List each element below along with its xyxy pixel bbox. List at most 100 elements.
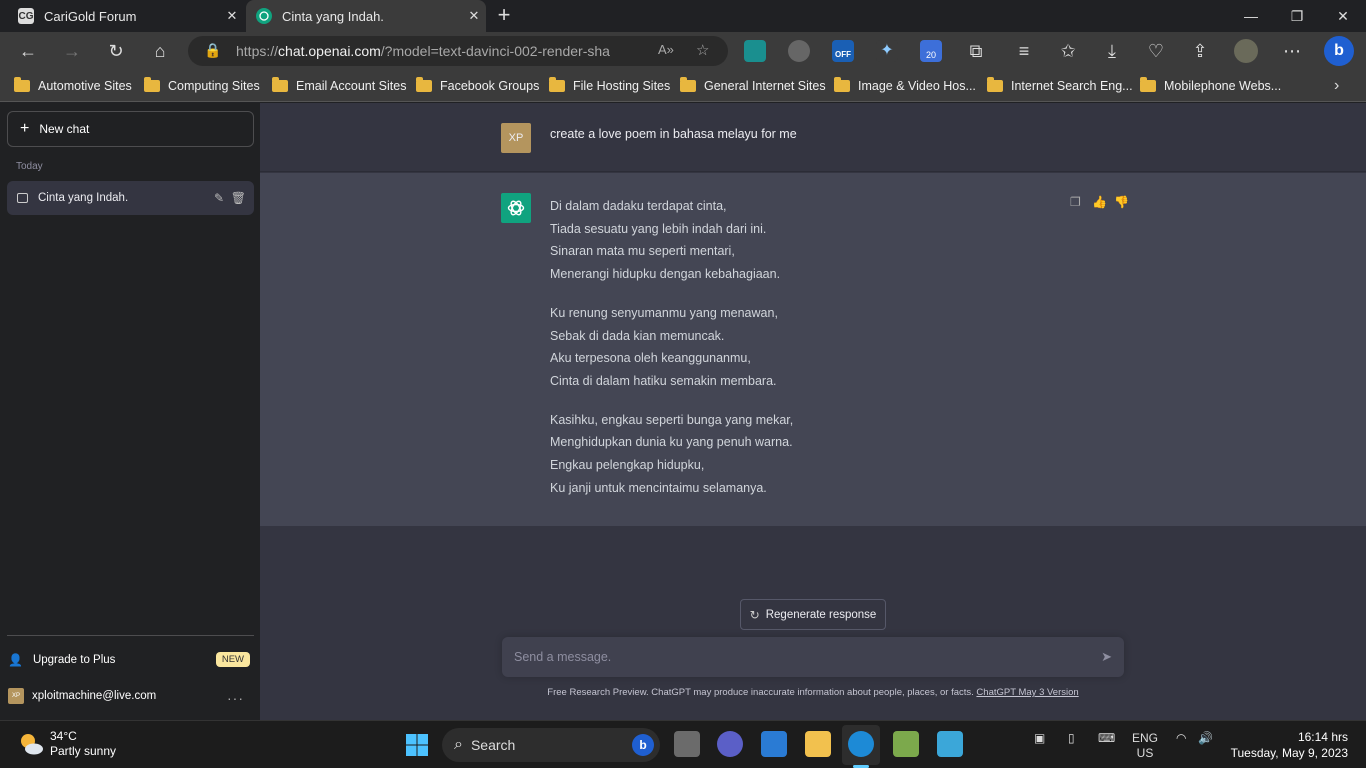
- task-view-icon[interactable]: [674, 731, 700, 757]
- folder-icon: [416, 77, 432, 92]
- regenerate-button[interactable]: ↻ Regenerate response: [740, 599, 886, 630]
- adblock-extension-icon[interactable]: OFF: [832, 40, 854, 62]
- file-explorer-icon[interactable]: [805, 731, 831, 757]
- poem-stanza: Kasihku, engkau seperti bunga yang mekar…: [550, 409, 793, 500]
- more-options-icon[interactable]: ···: [227, 690, 244, 706]
- volume-icon[interactable]: 🔊: [1198, 731, 1213, 745]
- bookmark-folder[interactable]: Internet Search Eng...: [987, 76, 1133, 96]
- folder-icon: [144, 77, 160, 92]
- usb-icon[interactable]: ▯: [1068, 731, 1075, 745]
- translate-extension-icon[interactable]: 20: [920, 40, 942, 62]
- version-link[interactable]: ChatGPT May 3 Version: [976, 687, 1078, 698]
- edge-browser-icon[interactable]: [848, 731, 874, 757]
- forward-button[interactable]: →: [58, 37, 86, 65]
- reader-extension-icon[interactable]: [744, 40, 766, 62]
- store-icon[interactable]: [761, 731, 787, 757]
- chat-app-icon[interactable]: [717, 731, 743, 757]
- user-menu[interactable]: XP xploitmachine@live.com: [8, 686, 156, 706]
- read-aloud-icon[interactable]: A»: [658, 42, 674, 57]
- chat-main: XP create a love poem in bahasa melayu f…: [260, 103, 1366, 720]
- url-path: /?model=text-davinci-002-render-sha: [380, 43, 610, 59]
- new-badge: NEW: [215, 652, 250, 667]
- send-icon[interactable]: ➤: [1101, 649, 1112, 665]
- poem-line: Ku janji untuk mencintaimu selamanya.: [550, 480, 767, 495]
- weather-condition: Partly sunny: [50, 744, 117, 758]
- region: US: [1136, 746, 1154, 760]
- close-window-button[interactable]: ✕: [1320, 0, 1366, 32]
- language-indicator[interactable]: ENG US: [1132, 731, 1158, 761]
- back-button[interactable]: ←: [14, 37, 42, 65]
- notepad-plus-icon[interactable]: [893, 731, 919, 757]
- thumbs-up-icon[interactable]: 👍: [1092, 195, 1107, 209]
- bookmark-folder[interactable]: Computing Sites: [144, 76, 260, 96]
- bookmark-folder[interactable]: Mobilephone Webs...: [1140, 76, 1281, 96]
- new-tab-button[interactable]: +: [492, 4, 516, 28]
- share-icon[interactable]: ⇪: [1186, 37, 1214, 65]
- taskbar-search[interactable]: ⌕ Search b: [442, 728, 660, 762]
- add-favorite-icon[interactable]: ☆: [696, 41, 709, 59]
- notepad-icon[interactable]: [937, 731, 963, 757]
- favorites-icon[interactable]: ✩: [1054, 37, 1082, 65]
- extension-icon[interactable]: [788, 40, 810, 62]
- bookmark-folder[interactable]: Automotive Sites: [14, 76, 132, 96]
- clock[interactable]: 16:14 hrs Tuesday, May 9, 2023: [1231, 729, 1348, 761]
- restore-button[interactable]: ❐: [1274, 0, 1320, 32]
- adblock-badge: OFF: [835, 50, 851, 59]
- home-button[interactable]: ⌂: [146, 37, 174, 65]
- conversation-item[interactable]: Cinta yang Indah. ✎ 🗑: [7, 181, 254, 215]
- tab-cinta[interactable]: Cinta yang Indah. ✕: [246, 0, 486, 32]
- bing-icon[interactable]: b: [1324, 36, 1354, 66]
- search-label: Search: [470, 737, 516, 753]
- poem-stanza: Ku renung senyumanmu yang menawan, Sebak…: [550, 302, 793, 393]
- bookmark-folder[interactable]: General Internet Sites: [680, 76, 826, 96]
- partly-sunny-icon: [18, 731, 44, 757]
- url-bar[interactable]: 🔒 https://chat.openai.com/?model=text-da…: [188, 36, 728, 66]
- openai-favicon-icon: [256, 8, 272, 24]
- sidebar-divider: [7, 635, 254, 636]
- extensions-icon[interactable]: ⧉: [962, 37, 990, 65]
- section-label-today: Today: [16, 161, 43, 172]
- browser-tab-bar: CG CariGold Forum ✕ Cinta yang Indah. ✕ …: [0, 0, 1366, 32]
- folder-icon: [680, 77, 696, 92]
- poem-line: Ku renung senyumanmu yang menawan,: [550, 305, 778, 320]
- tab-carigold[interactable]: CG CariGold Forum ✕: [8, 0, 244, 32]
- close-icon[interactable]: ✕: [220, 8, 244, 24]
- bookmark-folder[interactable]: Facebook Groups: [416, 76, 539, 96]
- more-menu-icon[interactable]: ⋯: [1278, 37, 1306, 65]
- weather-widget[interactable]: 34°C Partly sunny: [18, 729, 116, 759]
- openai-logo-icon: [501, 193, 531, 223]
- temperature: 34°C: [50, 729, 77, 743]
- downloads-icon[interactable]: ⤓: [1098, 37, 1126, 65]
- upgrade-button[interactable]: 👤 Upgrade to Plus: [8, 650, 115, 670]
- bookmark-label: Email Account Sites: [296, 79, 407, 93]
- refresh-button[interactable]: ↻: [102, 37, 130, 65]
- browser-essentials-icon[interactable]: ♡: [1142, 37, 1170, 65]
- address-toolbar: ← → ↻ ⌂ 🔒 https://chat.openai.com/?model…: [0, 32, 1366, 70]
- chevron-right-icon[interactable]: ›: [1334, 76, 1339, 96]
- cursor-extension-icon[interactable]: ✦: [876, 40, 898, 62]
- minimize-button[interactable]: —: [1228, 0, 1274, 32]
- url-text[interactable]: https://chat.openai.com/?model=text-davi…: [236, 43, 626, 59]
- windows-start-icon[interactable]: [405, 733, 429, 757]
- disclaimer-text: Free Research Preview. ChatGPT may produ…: [547, 687, 974, 698]
- lock-icon[interactable]: 🔒: [204, 42, 221, 59]
- wifi-icon[interactable]: ◠: [1176, 731, 1186, 745]
- profile-avatar[interactable]: [1234, 39, 1258, 63]
- edit-icon[interactable]: ✎: [214, 191, 224, 205]
- reading-list-icon[interactable]: ≡: [1010, 37, 1038, 65]
- bookmark-folder[interactable]: Image & Video Hos...: [834, 76, 976, 96]
- thumbs-down-icon[interactable]: 👎: [1114, 195, 1129, 209]
- copy-icon[interactable]: ❐: [1070, 195, 1081, 209]
- close-icon[interactable]: ✕: [462, 8, 486, 24]
- new-chat-button[interactable]: + New chat: [7, 111, 254, 147]
- app-tray-icon[interactable]: ▣: [1034, 731, 1045, 745]
- trash-icon[interactable]: 🗑: [231, 191, 246, 205]
- keyboard-icon[interactable]: ⌨: [1098, 731, 1115, 745]
- bookmark-label: Facebook Groups: [440, 79, 540, 93]
- date: Tuesday, May 9, 2023: [1230, 746, 1348, 760]
- poem-line: Menerangi hidupku dengan kebahagiaan.: [550, 267, 781, 282]
- message-input[interactable]: [514, 637, 1084, 677]
- bookmark-folder[interactable]: File Hosting Sites: [549, 76, 670, 96]
- bookmark-folder[interactable]: Email Account Sites: [272, 76, 406, 96]
- bookmarks-bar: Automotive Sites Computing Sites Email A…: [0, 70, 1366, 102]
